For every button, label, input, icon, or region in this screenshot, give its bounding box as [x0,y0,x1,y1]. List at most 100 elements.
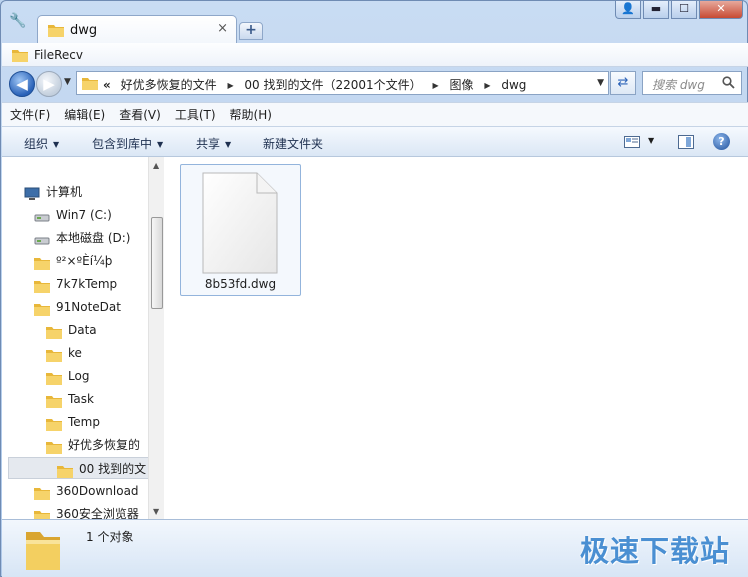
folder-icon [46,393,62,415]
favorite-filerecv[interactable]: FileRecv [34,48,83,62]
tree-item-label: Temp [68,415,100,429]
organize-button[interactable]: 组织 ▼ [24,135,59,152]
menu-view[interactable]: 查看(V) [119,106,161,123]
file-name: 8b53fd.dwg [204,277,277,291]
share-button[interactable]: 共享 ▼ [196,135,231,152]
tab-label: dwg [70,23,98,38]
file-item[interactable]: 8b53fd.dwg [180,164,301,296]
forward-button[interactable]: ▶ [36,71,62,97]
chevron-right-icon[interactable]: ▶ [227,81,233,90]
drive-icon [34,232,50,254]
nav-scrollbar[interactable]: ▲ ▼ [148,157,164,519]
folder-icon [34,508,50,519]
tree-item-label: 360Download [56,484,139,498]
folder-icon [34,301,50,323]
search-input[interactable]: 搜索 dwg [642,71,742,95]
folder-icon [34,278,50,300]
menu-file[interactable]: 文件(F) [10,106,50,123]
breadcrumb-item[interactable]: 00 找到的文件（22001个文件） [244,78,421,92]
computer-icon [24,186,40,208]
breadcrumb: « 好优多恢复的文件 ▶ 00 找到的文件（22001个文件） ▶ 图像 ▶ d… [103,76,526,93]
tree-item-label: 7k7kTemp [56,277,118,291]
wrench-icon[interactable]: 🔧 [9,13,26,29]
caret-down-icon: ▼ [53,140,60,149]
close-tab-icon[interactable]: × [217,21,228,36]
tree-item-label: 00 找到的文 [79,462,147,476]
menu-help[interactable]: 帮助(H) [230,106,272,123]
address-bar[interactable]: « 好优多恢复的文件 ▶ 00 找到的文件（22001个文件） ▶ 图像 ▶ d… [76,71,609,95]
folder-icon [34,485,50,507]
preview-pane-icon[interactable] [678,135,694,149]
tree-item[interactable]: 00 找到的文 [8,457,148,479]
folder-icon [24,526,62,575]
folder-icon [46,347,62,369]
window-controls: 👤 ▬ ☐ ✕ [615,1,743,19]
favorites-bar: FileRecv [2,43,748,67]
organize-label: 组织 [24,137,49,151]
tab-bar: 🔧 dwg × + 👤 ▬ ☐ ✕ [1,1,748,43]
new-folder-button[interactable]: 新建文件夹 [263,135,323,152]
item-count: 1 个对象 [86,530,134,544]
new-tab-button[interactable]: + [239,22,263,40]
chevron-right-icon[interactable]: ▶ [433,81,439,90]
navigation-pane[interactable]: 计算机 Win7 (C:) 本地磁盘 (D:) º²×ºÈí¼þ 7k7kTemp 91N… [2,157,148,519]
tree-item-label: Task [68,392,94,406]
address-dropdown-icon[interactable]: ▼ [597,78,604,88]
folder-icon [34,255,50,277]
folder-icon [82,76,98,93]
recent-pages-dropdown-icon[interactable]: ▼ [64,77,71,87]
tab-dwg[interactable]: dwg × [37,15,237,43]
tree-item-label: ke [68,346,82,360]
menu-edit[interactable]: 编辑(E) [64,106,105,123]
view-options-icon[interactable] [624,136,640,151]
tree-item-label: º²×ºÈí¼þ [56,254,113,268]
minimize-button[interactable]: ▬ [643,1,669,19]
include-library-label: 包含到库中 [92,137,153,151]
close-button[interactable]: ✕ [699,1,743,19]
breadcrumb-item[interactable]: 好优多恢复的文件 [121,78,217,92]
tree-item-label: 360安全浏览器 [56,507,139,519]
breadcrumb-item[interactable]: dwg [501,78,526,92]
menu-bar: 文件(F) 编辑(E) 查看(V) 工具(T) 帮助(H) [2,102,748,126]
watermark-logo: 极速下载站 [579,534,730,568]
folder-icon [46,416,62,438]
tree-item-label: Data [68,323,97,337]
share-label: 共享 [196,137,221,151]
help-icon[interactable]: ? [713,133,730,150]
folder-icon [48,23,64,40]
chevron-left-icon[interactable]: « [103,78,111,92]
scroll-thumb[interactable] [151,217,163,309]
search-icon[interactable] [722,76,735,92]
chevron-right-icon[interactable]: ▶ [484,81,490,90]
explorer-window: 🔧 dwg × + 👤 ▬ ☐ ✕ FileRecv ◀ ▶ ▼ « 好优多恢复… [0,0,748,577]
folder-icon [46,324,62,346]
file-list-pane[interactable]: 8b53fd.dwg [165,157,748,519]
content-area: 计算机 Win7 (C:) 本地磁盘 (D:) º²×ºÈí¼þ 7k7kTemp 91N… [2,157,748,519]
tree-item-label: 计算机 [46,185,83,199]
drive-icon [34,209,50,231]
menu-tools[interactable]: 工具(T) [175,106,216,123]
navigation-bar: ◀ ▶ ▼ « 好优多恢复的文件 ▶ 00 找到的文件（22001个文件） ▶ … [2,67,748,101]
folder-icon [12,48,28,65]
tree-item-label: Win7 (C:) [56,208,112,222]
breadcrumb-item[interactable]: 图像 [450,78,474,92]
maximize-button[interactable]: ☐ [671,1,697,19]
tree-item-label: 本地磁盘 (D:) [56,231,131,245]
details-bar: 1 个对象 极速下载站 [2,519,748,577]
tree-item-label: Log [68,369,90,383]
user-icon[interactable]: 👤 [615,1,641,19]
caret-down-icon[interactable]: ▼ [648,136,654,145]
command-bar: 组织 ▼ 包含到库中 ▼ 共享 ▼ 新建文件夹 ▼ ? [2,126,748,157]
scroll-up-icon[interactable]: ▲ [153,161,159,170]
caret-down-icon: ▼ [157,140,164,149]
tree-item-label: 好优多恢复的 [68,438,141,452]
back-button[interactable]: ◀ [9,71,35,97]
caret-down-icon: ▼ [225,140,232,149]
refresh-icon[interactable]: ⇄ [610,71,636,95]
tree-item-label: 91NoteDat [56,300,121,314]
search-placeholder: 搜索 dwg [652,78,705,92]
scroll-down-icon[interactable]: ▼ [153,507,159,516]
folder-icon [46,370,62,392]
document-icon [202,172,278,274]
include-library-button[interactable]: 包含到库中 ▼ [92,135,163,152]
